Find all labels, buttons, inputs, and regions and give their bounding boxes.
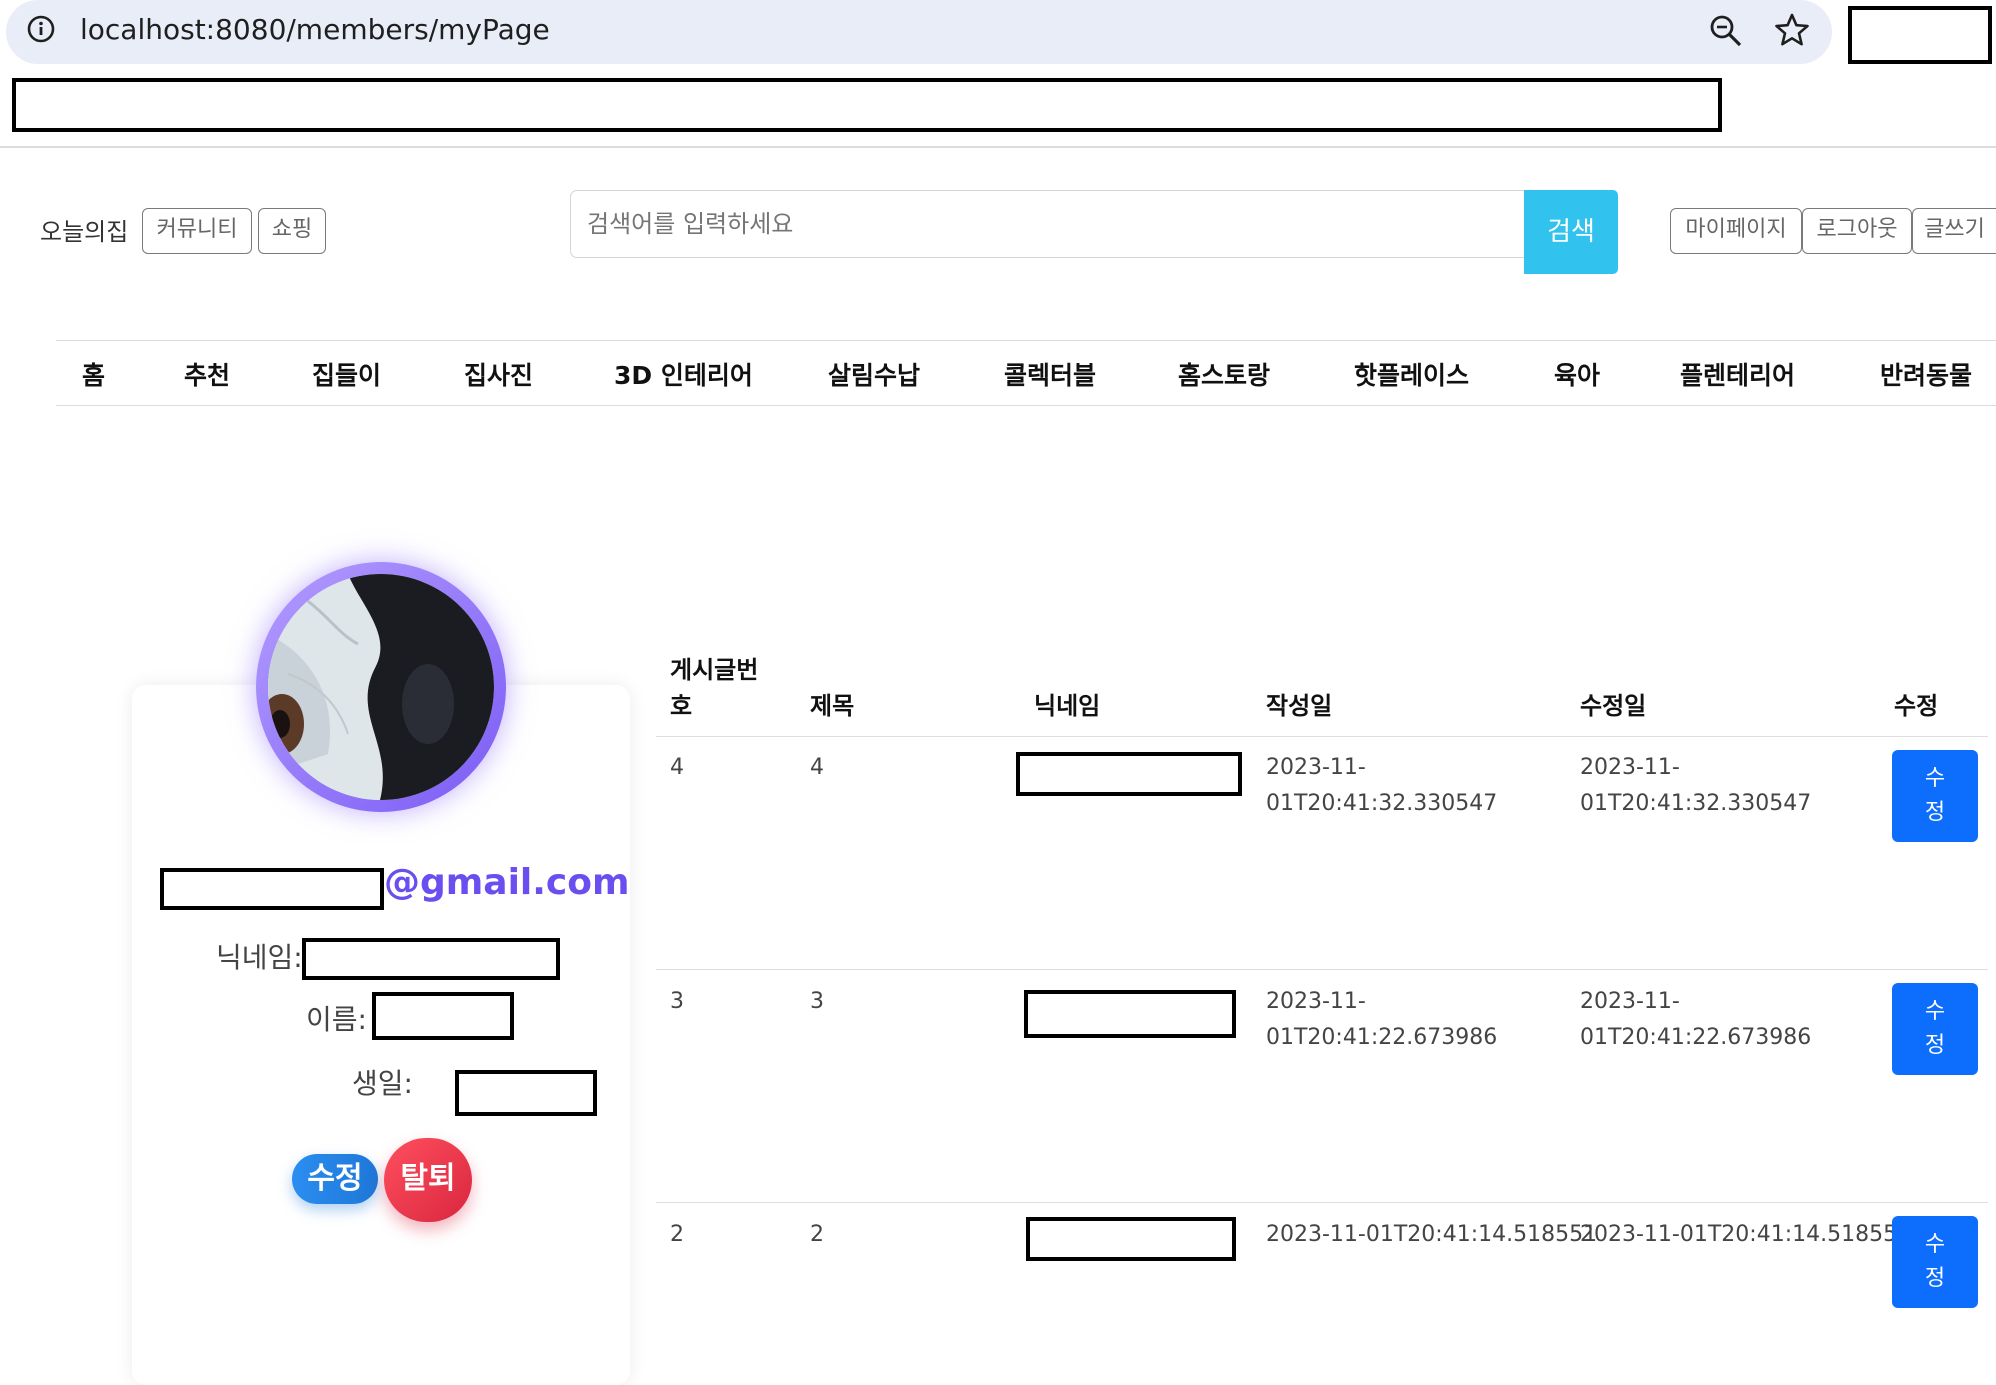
row3-modified: 2023-11-01T20:41:14.518551: [1580, 1222, 1912, 1247]
row3-edit-label-1: 수: [1924, 1232, 1946, 1257]
nav-item-housewarming[interactable]: 집들이: [312, 356, 381, 392]
avatar: [268, 574, 494, 800]
header-created: 작성일: [1266, 692, 1333, 720]
mypage-button[interactable]: 마이페이지: [1670, 208, 1802, 254]
row2-edit-label-2: 정: [1924, 1033, 1946, 1058]
nav-item-house-photos[interactable]: 집사진: [464, 356, 533, 392]
row1-post-number: 4: [670, 755, 684, 780]
birthday-label: 생일:: [352, 1067, 413, 1100]
row2-post-number: 3: [670, 989, 684, 1014]
info-icon[interactable]: [26, 14, 56, 44]
row1-created-line1: 2023-11-: [1266, 755, 1366, 780]
community-link[interactable]: 커뮤니티: [142, 208, 252, 254]
name-label: 이름:: [306, 1003, 367, 1036]
nav-item-hot-places[interactable]: 핫플레이스: [1354, 356, 1469, 392]
header-nickname: 닉네임: [1034, 692, 1101, 720]
nav-item-home[interactable]: 홈: [82, 356, 105, 392]
nav-item-3d-interior[interactable]: 3D 인테리어: [614, 356, 753, 392]
search-button[interactable]: 검색: [1524, 190, 1618, 274]
row1-title[interactable]: 4: [810, 750, 824, 786]
nav-item-planterior[interactable]: 플렌테리어: [1680, 356, 1795, 392]
profile-edit-button[interactable]: 수정: [292, 1154, 378, 1204]
browser-divider: [0, 146, 1996, 148]
row1-divider: [656, 969, 1988, 970]
row2-divider: [656, 1202, 1988, 1203]
header-title: 제목: [810, 692, 855, 720]
write-button[interactable]: 글쓰기: [1912, 208, 1996, 254]
logout-button[interactable]: 로그아웃: [1802, 208, 1912, 254]
row1-created-line2: 01T20:41:32.330547: [1266, 791, 1498, 816]
row2-title[interactable]: 3: [810, 984, 824, 1020]
url-text[interactable]: localhost:8080/members/myPage: [80, 13, 550, 46]
withdraw-button[interactable]: 탈퇴: [384, 1138, 472, 1222]
redacted-nickname: [302, 938, 560, 980]
table-header-divider: [656, 736, 1988, 737]
nav-item-recommend[interactable]: 추천: [184, 356, 230, 392]
header-post-number-line1: 게시글번: [670, 656, 759, 684]
site-logo[interactable]: 오늘의집: [40, 212, 128, 247]
shopping-link[interactable]: 쇼핑: [258, 208, 326, 254]
row2-modified-line1: 2023-11-: [1580, 989, 1680, 1014]
row3-edit-label-2: 정: [1924, 1266, 1946, 1291]
nav-item-parenting[interactable]: 육아: [1554, 356, 1600, 392]
redacted-email-user: [160, 868, 384, 910]
row2-edit-button[interactable]: 수 정: [1892, 983, 1978, 1075]
row3-title[interactable]: 2: [810, 1217, 824, 1253]
row2-created-line2: 01T20:41:22.673986: [1266, 1025, 1498, 1050]
row2-redacted-nickname: [1024, 990, 1236, 1038]
row1-edit-button[interactable]: 수 정: [1892, 750, 1978, 842]
nav-divider-bottom: [56, 405, 1996, 406]
redacted-birthday: [455, 1070, 597, 1116]
row1-modified-line1: 2023-11-: [1580, 755, 1680, 780]
redacted-name: [372, 992, 514, 1040]
row1-edit-label-1: 수: [1924, 766, 1946, 791]
nav-item-collectibles[interactable]: 콜렉터블: [1004, 356, 1096, 392]
row2-modified-line2: 01T20:41:22.673986: [1580, 1025, 1812, 1050]
address-bar[interactable]: localhost:8080/members/myPage: [6, 0, 1832, 64]
email-domain: @gmail.com: [384, 862, 630, 903]
nav-divider-top: [56, 340, 1996, 341]
header-modified: 수정일: [1580, 692, 1647, 720]
nav-item-storage[interactable]: 살림수납: [828, 356, 920, 392]
row1-redacted-nickname: [1016, 752, 1242, 796]
nav-item-pets[interactable]: 반려동물: [1880, 356, 1972, 392]
bookmark-star-icon[interactable]: [1774, 12, 1810, 48]
header-edit: 수정: [1894, 692, 1939, 720]
header-post-number-line2: 호: [670, 692, 693, 720]
avatar-photo: [268, 574, 494, 800]
row3-created: 2023-11-01T20:41:14.518551: [1266, 1222, 1598, 1247]
search-input[interactable]: [570, 190, 1526, 258]
row3-redacted-nickname: [1026, 1217, 1236, 1261]
redacted-bookmarks-bar: [12, 78, 1722, 132]
row3-edit-button[interactable]: 수 정: [1892, 1216, 1978, 1308]
zoom-out-icon[interactable]: [1709, 14, 1743, 48]
nickname-label: 닉네임:: [216, 941, 303, 974]
row2-edit-label-1: 수: [1924, 999, 1946, 1024]
row1-modified-line2: 01T20:41:32.330547: [1580, 791, 1812, 816]
redacted-profile-button[interactable]: [1848, 6, 1992, 64]
row2-created-line1: 2023-11-: [1266, 989, 1366, 1014]
row3-post-number: 2: [670, 1222, 684, 1247]
nav-item-homestaurant[interactable]: 홈스토랑: [1178, 356, 1270, 392]
row1-edit-label-2: 정: [1924, 800, 1946, 825]
